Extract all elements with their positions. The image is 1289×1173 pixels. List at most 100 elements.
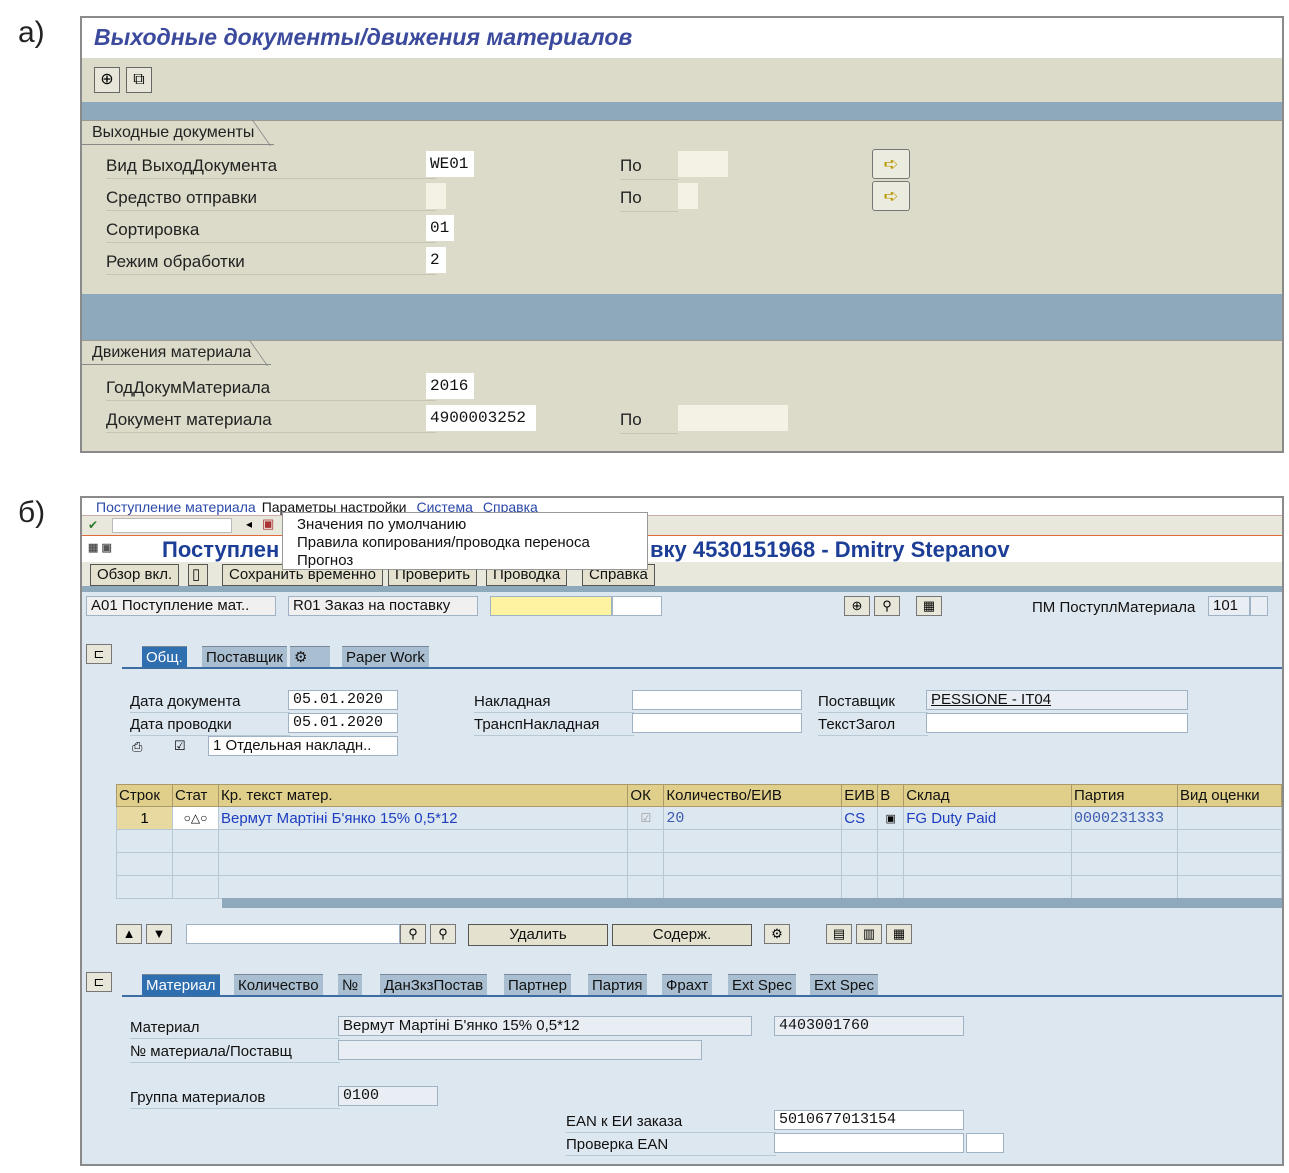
col-material-text[interactable]: Кр. текст матер.: [217, 784, 629, 807]
col-line[interactable]: Строк: [116, 784, 173, 807]
tab-number[interactable]: №: [338, 974, 363, 996]
back-icon[interactable]: ◂: [246, 517, 252, 531]
menu-goods-receipt[interactable]: Поступление материала: [96, 499, 256, 515]
tab-po-data[interactable]: ДанЗкзПостав: [380, 974, 488, 996]
menu-item-forecast[interactable]: Прогноз: [297, 552, 633, 570]
cell-storage[interactable]: FG Duty Paid: [903, 806, 1073, 830]
tab-vendor[interactable]: Поставщик: [202, 646, 287, 668]
copy-variant-icon[interactable]: ⧉: [126, 67, 152, 93]
item-search-input[interactable]: [186, 924, 400, 944]
print-version-select[interactable]: 1 Отдельная накладн..: [208, 736, 398, 756]
layout-icon[interactable]: ▤: [826, 924, 852, 944]
output-documents-window: Выходные документы/движения материалов ⊕…: [80, 16, 1284, 453]
col-valuation[interactable]: Вид оценки: [1176, 784, 1282, 807]
bill-of-lading-input[interactable]: [632, 713, 802, 733]
window-title-bar: Выходные документы/движения материалов: [82, 18, 1282, 58]
material-doc-year-input[interactable]: 2016: [426, 373, 474, 399]
item-ok-checkbox[interactable]: ☑: [627, 806, 665, 830]
col-ok[interactable]: ОК: [627, 784, 665, 807]
header-text-input[interactable]: [926, 713, 1188, 733]
table-row: [116, 829, 1282, 853]
menu-item-defaults[interactable]: Значения по умолчанию: [297, 516, 633, 534]
tab-ext-spec[interactable]: Ext Spec: [728, 974, 797, 996]
cell-valuation[interactable]: [1176, 806, 1282, 830]
print-icon[interactable]: ▦: [886, 924, 912, 944]
overview-button[interactable]: Обзор вкл.: [90, 564, 180, 586]
material-group-label: Группа материалов: [130, 1088, 340, 1109]
col-storage[interactable]: Склад: [903, 784, 1073, 807]
tab-paper-work[interactable]: Paper Work: [342, 646, 429, 668]
tab-freight[interactable]: Фрахт: [662, 974, 713, 996]
filter-icon[interactable]: ▼: [146, 924, 172, 944]
multiple-selection-arrow-icon[interactable]: ➪: [872, 181, 910, 211]
command-field[interactable]: [112, 518, 232, 533]
po-number-input[interactable]: [490, 596, 612, 616]
tools-icon[interactable]: ⚙: [764, 924, 790, 944]
cell-material-text[interactable]: Вермут Мартіні Б'янко 15% 0,5*12: [217, 806, 629, 830]
tab-general[interactable]: Общ.: [142, 646, 187, 668]
tab-partner[interactable]: Партнер: [504, 974, 571, 996]
grid-icon[interactable]: ▦: [916, 596, 942, 616]
posting-date-input[interactable]: 05.01.2020: [288, 713, 398, 733]
col-uom[interactable]: ЕИВ: [841, 784, 879, 807]
delete-button[interactable]: Удалить: [468, 924, 608, 946]
cell-line[interactable]: 1: [116, 806, 173, 830]
delete-label: Удалить: [509, 926, 567, 943]
col-batch[interactable]: Партия: [1071, 784, 1178, 807]
col-quantity[interactable]: Количество/ЕИВ: [663, 784, 843, 807]
table-row[interactable]: 1 ○△○ Вермут Мартіні Б'янко 15% 0,5*12 ☑…: [116, 806, 1282, 830]
execute-icon[interactable]: ⊕: [94, 67, 120, 93]
doc-date-input[interactable]: 05.01.2020: [288, 690, 398, 710]
collapse-detail-icon[interactable]: ⊏: [86, 972, 112, 992]
horizontal-scrollbar[interactable]: [222, 898, 1282, 908]
print-checkbox[interactable]: ☑: [174, 738, 186, 754]
transmission-medium-to-input[interactable]: [678, 183, 698, 209]
field-label-output-type: Вид ВыходДокумента: [106, 153, 436, 179]
standard-toolbar: ✔ ◂ ▣: [82, 515, 1282, 535]
layout-icon[interactable]: ▦ ▣: [88, 541, 112, 554]
vendor-value: PESSIONE - IT04: [926, 690, 1188, 710]
posting-date-label: Дата проводки: [130, 715, 290, 736]
cell-batch[interactable]: 0000231333: [1071, 806, 1178, 830]
tab-batch[interactable]: Партия: [588, 974, 647, 996]
material-document-to-input[interactable]: [678, 405, 788, 431]
reference-doc-select[interactable]: R01 Заказ на поставку: [288, 596, 478, 616]
tab-rule: [122, 995, 1282, 997]
sort-order-input[interactable]: 01: [426, 215, 454, 241]
find-icon[interactable]: ⚲: [400, 924, 426, 944]
multiple-selection-arrow-icon[interactable]: ➪: [872, 149, 910, 179]
po-item-input[interactable]: [612, 596, 662, 616]
collapse-header-icon[interactable]: ⊏: [86, 644, 112, 664]
item-detail-icon[interactable]: ▣: [877, 806, 905, 830]
find-icon[interactable]: ⚲: [874, 596, 900, 616]
cell-quantity[interactable]: 20: [663, 806, 843, 830]
transaction-select[interactable]: A01 Поступление мат..: [86, 596, 276, 616]
printer-icon: ⎙: [132, 739, 143, 754]
tab-material[interactable]: Материал: [142, 974, 220, 996]
cell-uom[interactable]: CS: [841, 806, 879, 830]
contents-button[interactable]: Содерж.: [612, 924, 752, 946]
execute-icon[interactable]: ⊕: [844, 596, 870, 616]
export-icon[interactable]: ▥: [856, 924, 882, 944]
col-b[interactable]: В: [877, 784, 905, 807]
material-document-input[interactable]: 4900003252: [426, 405, 536, 431]
tab-partner-icon[interactable]: ⚙: [290, 646, 330, 668]
table-row: [116, 852, 1282, 876]
new-document-icon[interactable]: ▯: [188, 564, 208, 586]
output-type-input[interactable]: WE01: [426, 151, 474, 177]
ean-check-extra[interactable]: [966, 1133, 1004, 1153]
save-icon[interactable]: ▣: [262, 516, 274, 532]
delivery-note-input[interactable]: [632, 690, 802, 710]
ean-input[interactable]: 5010677013154: [774, 1110, 964, 1130]
processing-mode-input[interactable]: 2: [426, 247, 446, 273]
col-status[interactable]: Стат: [171, 784, 219, 807]
tab-quantity[interactable]: Количество: [234, 974, 323, 996]
expand-icon[interactable]: ▲: [116, 924, 142, 944]
ean-check-input[interactable]: [774, 1133, 964, 1153]
find-next-icon[interactable]: ⚲: [430, 924, 456, 944]
tab-ext-spec-2[interactable]: Ext Spec: [810, 974, 879, 996]
output-type-to-input[interactable]: [678, 151, 728, 177]
menu-item-copy-rules[interactable]: Правила копирования/проводка переноса: [297, 534, 633, 552]
enter-icon[interactable]: ✔: [88, 518, 98, 532]
transmission-medium-input[interactable]: [426, 183, 446, 209]
